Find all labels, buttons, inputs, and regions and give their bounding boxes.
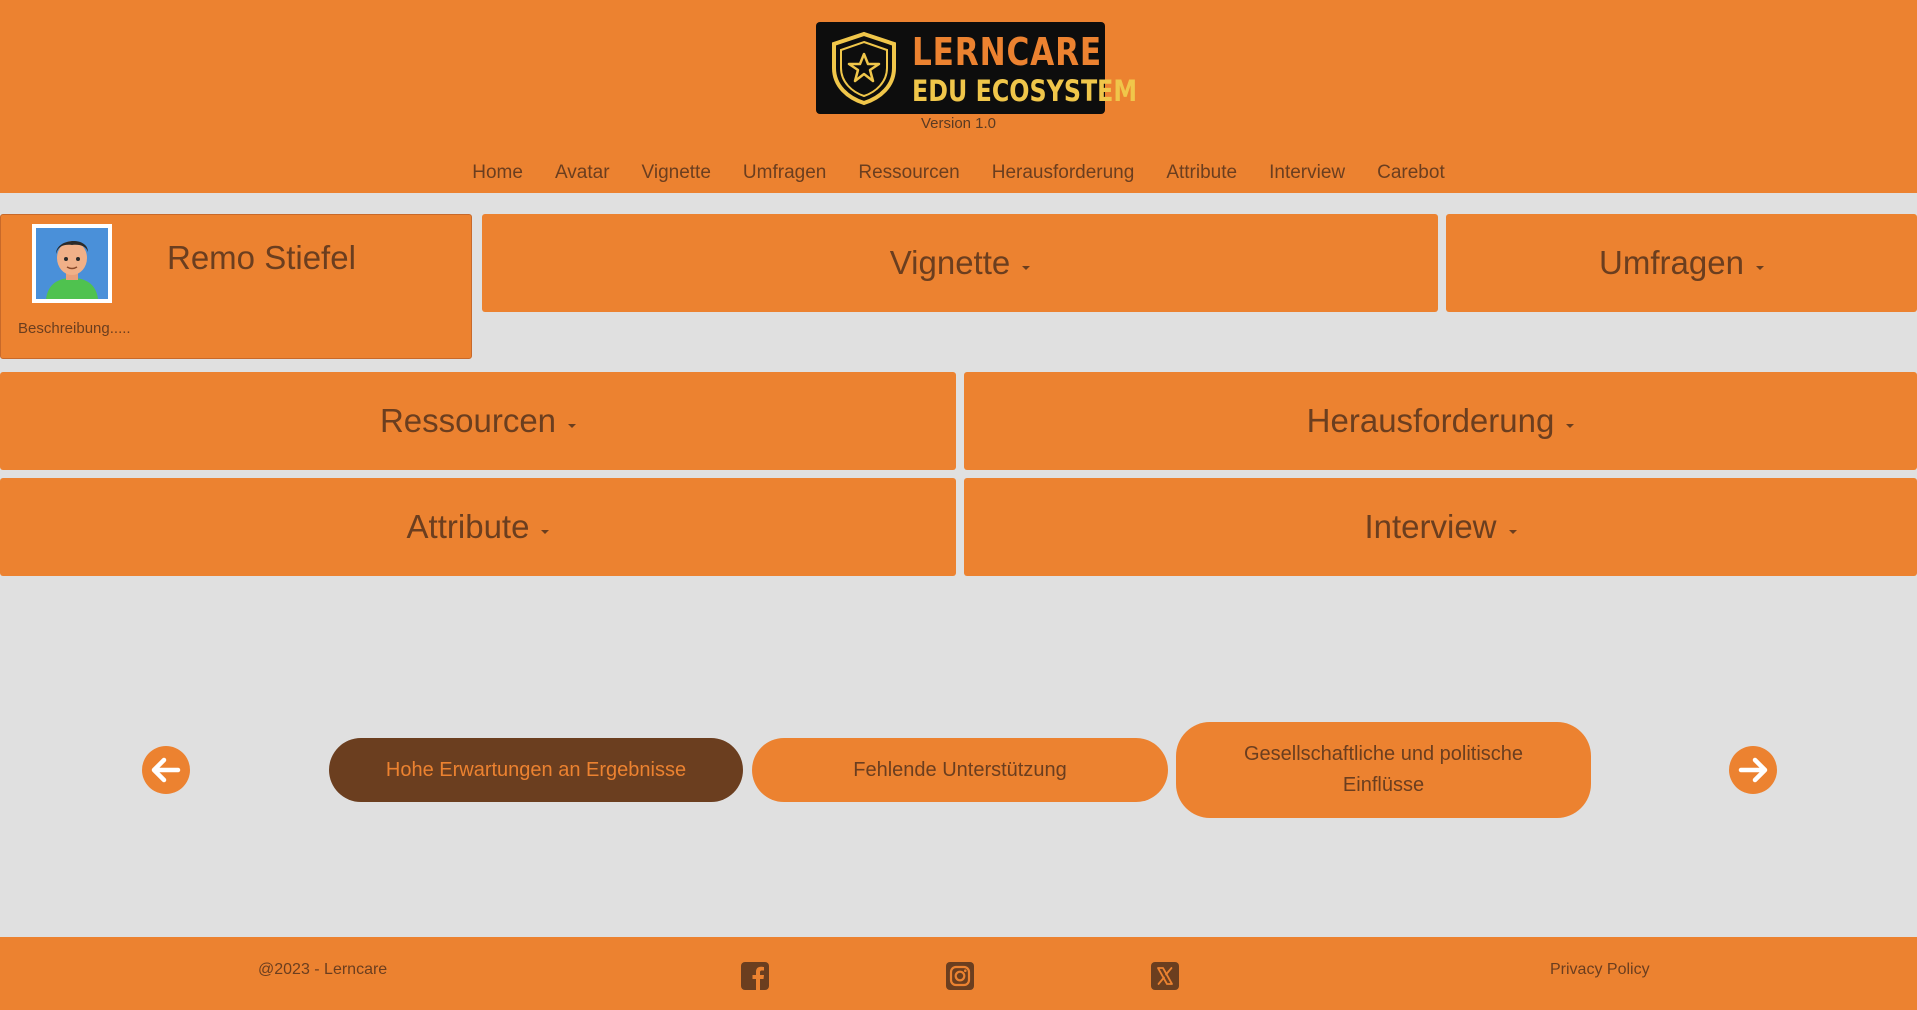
privacy-policy-link[interactable]: Privacy Policy: [1550, 961, 1650, 979]
caret-down-icon: [1022, 266, 1031, 270]
header: LERNCARE EDU ECOSYSTEM Version 1.0 Home …: [0, 0, 1917, 193]
nav-interview[interactable]: Interview: [1253, 158, 1361, 188]
caret-down-icon: [1755, 266, 1764, 270]
nav-attribute[interactable]: Attribute: [1150, 158, 1253, 188]
caret-down-icon: [1566, 424, 1575, 428]
arrow-right-icon: [1738, 757, 1768, 783]
instagram-link[interactable]: [946, 962, 974, 990]
caret-down-icon: [541, 530, 550, 534]
carousel-item-3[interactable]: Gesellschaftliche und politische Einflüs…: [1176, 722, 1591, 818]
arrow-left-icon: [151, 757, 181, 783]
tile-interview[interactable]: Interview: [964, 478, 1917, 576]
carousel-item-2[interactable]: Fehlende Unterstützung: [752, 738, 1168, 802]
profile-card: Remo Stiefel Beschreibung.....: [0, 214, 472, 359]
footer: @2023 - Lerncare Privacy Policy: [0, 937, 1917, 1010]
facebook-icon: [741, 962, 769, 990]
version-label: Version 1.0: [920, 115, 997, 132]
tile-ressourcen-label: Ressourcen: [379, 402, 557, 439]
caret-down-icon: [1508, 530, 1517, 534]
copyright-text: @2023 - Lerncare: [258, 961, 388, 978]
caret-down-icon: [568, 424, 577, 428]
avatar[interactable]: [32, 224, 112, 303]
x-icon: [1151, 962, 1179, 990]
profile-name: Remo Stiefel: [167, 239, 356, 276]
tile-vignette[interactable]: Vignette: [482, 214, 1438, 312]
logo-subtitle: EDU ECOSYSTEM: [912, 74, 1138, 108]
shield-star-icon: [832, 31, 896, 106]
carousel-next-button[interactable]: [1729, 746, 1777, 794]
carousel-prev-button[interactable]: [142, 746, 190, 794]
profile-description: Beschreibung.....: [18, 320, 131, 337]
x-link[interactable]: [1151, 962, 1179, 990]
main-nav: Home Avatar Vignette Umfragen Ressourcen…: [0, 158, 1917, 188]
instagram-icon: [946, 962, 974, 990]
tile-herausforderung-label: Herausforderung: [1306, 402, 1555, 439]
nav-herausforderung[interactable]: Herausforderung: [976, 158, 1151, 188]
nav-ressourcen[interactable]: Ressourcen: [842, 158, 975, 188]
logo[interactable]: LERNCARE EDU ECOSYSTEM: [816, 22, 1137, 114]
logo-title: LERNCARE: [912, 30, 1103, 74]
tile-interview-label: Interview: [1364, 508, 1497, 545]
nav-umfragen[interactable]: Umfragen: [727, 158, 842, 188]
carousel-item-1[interactable]: Hohe Erwartungen an Ergebnisse: [329, 738, 743, 802]
tile-vignette-label: Vignette: [889, 244, 1011, 281]
tile-attribute[interactable]: Attribute: [0, 478, 956, 576]
tile-herausforderung[interactable]: Herausforderung: [964, 372, 1917, 470]
nav-home[interactable]: Home: [456, 158, 539, 188]
nav-avatar[interactable]: Avatar: [539, 158, 626, 188]
nav-carebot[interactable]: Carebot: [1361, 158, 1461, 188]
nav-vignette[interactable]: Vignette: [626, 158, 727, 188]
avatar-image: [36, 228, 108, 299]
tile-umfragen[interactable]: Umfragen: [1446, 214, 1917, 312]
tile-umfragen-label: Umfragen: [1599, 244, 1744, 281]
tile-ressourcen[interactable]: Ressourcen: [0, 372, 956, 470]
tile-attribute-label: Attribute: [406, 508, 530, 545]
facebook-link[interactable]: [741, 962, 769, 990]
